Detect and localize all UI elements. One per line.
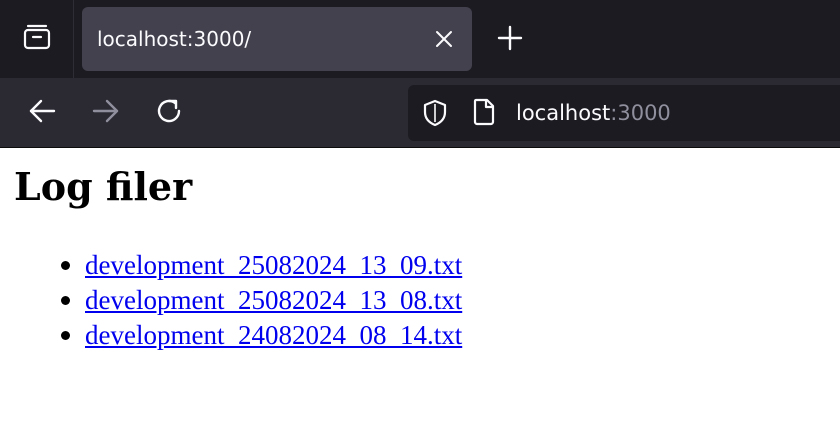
file-link[interactable]: development_24082024_08_14.txt bbox=[85, 320, 462, 350]
page-icon[interactable] bbox=[472, 98, 496, 131]
url-port: :3000 bbox=[610, 101, 671, 125]
url-bar[interactable]: localhost:3000 bbox=[408, 85, 840, 141]
bullet bbox=[61, 261, 70, 270]
close-tab-icon[interactable] bbox=[432, 27, 456, 51]
tab-list-icon bbox=[22, 22, 52, 57]
file-link[interactable]: development_25082024_13_09.txt bbox=[85, 250, 462, 280]
reload-icon bbox=[155, 96, 185, 131]
navigation-toolbar: localhost:3000 bbox=[0, 78, 840, 148]
tab-active[interactable]: localhost:3000/ bbox=[82, 7, 472, 71]
forward-arrow-icon bbox=[91, 96, 121, 131]
file-link[interactable]: development_25082024_13_08.txt bbox=[85, 285, 462, 315]
page-title: Log filer bbox=[14, 164, 193, 209]
reload-button[interactable] bbox=[154, 97, 186, 129]
list-item: development_25082024_13_09.txt bbox=[61, 248, 462, 283]
shield-icon[interactable] bbox=[422, 99, 448, 132]
url-text[interactable]: localhost:3000 bbox=[516, 85, 671, 141]
back-button[interactable] bbox=[26, 97, 58, 129]
tab-list-button[interactable] bbox=[0, 0, 74, 78]
bullet bbox=[61, 331, 70, 340]
tab-bar: localhost:3000/ bbox=[0, 0, 840, 78]
bullet bbox=[61, 296, 70, 305]
list-item: development_25082024_13_08.txt bbox=[61, 283, 462, 318]
back-arrow-icon bbox=[27, 96, 57, 131]
plus-icon bbox=[497, 25, 523, 56]
url-host: localhost bbox=[516, 101, 611, 125]
page-content: Log filer development_25082024_13_09.txt… bbox=[0, 148, 840, 437]
new-tab-button[interactable] bbox=[494, 24, 526, 56]
forward-button[interactable] bbox=[90, 97, 122, 129]
list-item: development_24082024_08_14.txt bbox=[61, 318, 462, 353]
file-list: development_25082024_13_09.txt developme… bbox=[61, 248, 462, 353]
tab-title: localhost:3000/ bbox=[97, 27, 252, 51]
